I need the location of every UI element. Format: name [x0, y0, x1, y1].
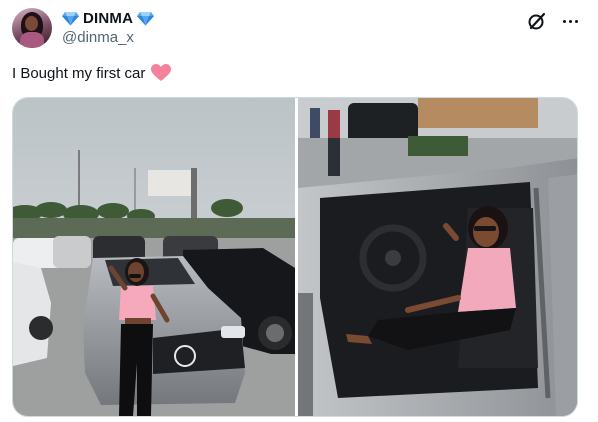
diamond-icon — [62, 11, 79, 26]
grok-icon[interactable] — [527, 11, 547, 31]
diamond-icon — [137, 11, 155, 26]
user-handle[interactable]: @dinma_x — [62, 29, 134, 46]
user-name-row[interactable]: DINMA — [62, 9, 155, 27]
photo-woman-sitting-in-car[interactable] — [298, 98, 577, 416]
tweet-text: I Bought my first car — [12, 64, 172, 82]
pink-heart-icon — [151, 64, 172, 82]
photo-woman-posing-front-of-car[interactable] — [13, 98, 295, 416]
display-name[interactable]: DINMA — [83, 10, 133, 27]
tweet-card[interactable]: DINMA @dinma_x I Bought my first car — [0, 0, 598, 422]
avatar[interactable] — [12, 8, 52, 48]
more-icon[interactable] — [559, 11, 581, 31]
tweet-text-body: I Bought my first car — [12, 64, 146, 82]
media-grid[interactable] — [12, 97, 578, 417]
